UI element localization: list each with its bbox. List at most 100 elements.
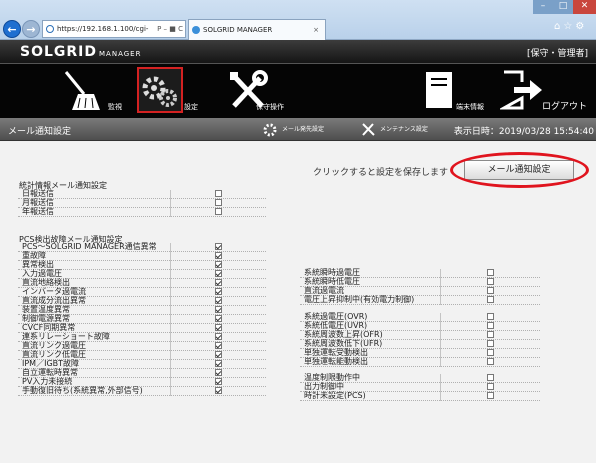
setting-label: 時計未設定(PCS): [300, 391, 441, 402]
setting-checkbox[interactable]: [214, 351, 222, 359]
menu-item-monitor[interactable]: 監視: [60, 68, 140, 114]
setting-checkbox[interactable]: [486, 340, 494, 348]
browser-toolbar-icons[interactable]: ⌂☆⚙: [554, 21, 587, 32]
setting-checkbox[interactable]: [214, 306, 222, 314]
setting-label: 手動復旧待ち(系統異常,外部信号): [18, 386, 171, 397]
setting-checkbox-cell: [170, 251, 266, 262]
setting-checkbox[interactable]: [486, 331, 494, 339]
wrench-small-icon: [362, 123, 375, 136]
setting-checkbox[interactable]: [486, 392, 494, 400]
tab-title: SOLGRID MANAGER: [203, 26, 273, 34]
setting-checkbox[interactable]: [214, 360, 222, 368]
display-datetime: 表示日時：2019/03/28 15:54:40: [453, 127, 594, 137]
setting-checkbox-cell: [170, 377, 266, 388]
highlight-circle: [450, 152, 589, 188]
setting-checkbox[interactable]: [214, 270, 222, 278]
setting-checkbox[interactable]: [214, 288, 222, 296]
setting-checkbox[interactable]: [486, 269, 494, 277]
maintenance-settings-link[interactable]: メンテナンス設定: [360, 121, 428, 138]
forward-arrow-icon[interactable]: →: [22, 20, 40, 38]
setting-checkbox-cell: [440, 339, 540, 350]
user-role: [保守・管理者]: [526, 49, 588, 59]
setting-row: 日報送信: [18, 190, 266, 200]
address-controls[interactable]: Ρ – ■ C: [157, 21, 183, 37]
maximize-icon[interactable]: □: [553, 0, 573, 14]
browser-tab[interactable]: SOLGRID MANAGER ×: [188, 19, 326, 40]
setting-checkbox-cell: [170, 296, 266, 307]
setting-row: 単独運転能動検出: [300, 357, 540, 368]
setting-checkbox[interactable]: [214, 199, 222, 207]
setting-checkbox[interactable]: [214, 315, 222, 323]
browser-titlebar: ← → https://192.168.1.100/cgi- Ρ – ■ C S…: [0, 0, 596, 40]
app-logo: SOLGRID MANAGER: [20, 44, 141, 60]
menu-item-maintenance[interactable]: 保守操作: [226, 68, 316, 114]
tab-favicon-icon: [192, 26, 200, 34]
setting-checkbox[interactable]: [486, 383, 494, 391]
logo-text: SOLGRID: [20, 44, 98, 60]
setting-checkbox[interactable]: [486, 374, 494, 382]
setting-checkbox-cell: [170, 198, 266, 209]
setting-checkbox[interactable]: [214, 333, 222, 341]
setting-row: 重故障: [18, 251, 266, 262]
setting-label: 単独運転能動検出: [300, 357, 441, 368]
setting-checkbox[interactable]: [486, 313, 494, 321]
setting-checkbox[interactable]: [214, 387, 222, 395]
menu-label-logout: ログアウト: [542, 102, 588, 112]
setting-row: 電圧上昇抑制中(有効電力制御): [300, 295, 540, 306]
setting-checkbox[interactable]: [486, 322, 494, 330]
setting-checkbox[interactable]: [214, 279, 222, 287]
broom-icon: [64, 71, 100, 110]
mail-destination-link[interactable]: メール発先設定: [262, 121, 324, 138]
browser-window: { "browser": { "address": "https://192.1…: [0, 0, 596, 463]
setting-checkbox-cell: [440, 286, 540, 297]
pcs-right-table-2: 系統過電圧(OVR) 系統低電圧(UVR) 系統周波数上昇(OFR) 系統周波数低下(…: [300, 313, 540, 368]
menu-item-logout[interactable]: ログアウト: [500, 68, 590, 114]
setting-label: 電圧上昇抑制中(有効電力制御): [300, 295, 441, 306]
setting-checkbox[interactable]: [486, 278, 494, 286]
address-bar[interactable]: https://192.168.1.100/cgi- Ρ – ■ C: [42, 20, 186, 38]
setting-checkbox-cell: [170, 323, 266, 334]
address-text: https://192.168.1.100/cgi-: [57, 25, 149, 33]
setting-checkbox[interactable]: [214, 243, 222, 251]
setting-checkbox[interactable]: [214, 261, 222, 269]
setting-checkbox-cell: [440, 374, 540, 384]
setting-row: 年報送信: [18, 207, 266, 218]
sub-header: メール通知設定 メール発先設定 メンテナンス設定 表示日時：2019/03/28…: [0, 118, 596, 141]
setting-checkbox-cell: [170, 287, 266, 298]
setting-checkbox-cell: [170, 207, 266, 218]
setting-checkbox-cell: [440, 357, 540, 368]
setting-checkbox-cell: [440, 277, 540, 288]
setting-checkbox-cell: [170, 190, 266, 200]
menu-item-terminal-info[interactable]: 端末情報: [424, 68, 496, 114]
setting-checkbox[interactable]: [486, 296, 494, 304]
setting-row: 手動復旧待ち(系統異常,外部信号): [18, 386, 266, 397]
setting-checkbox[interactable]: [214, 369, 222, 377]
setting-checkbox[interactable]: [486, 349, 494, 357]
setting-checkbox[interactable]: [214, 252, 222, 260]
menu-label-maintenance: 保守操作: [256, 103, 284, 111]
main-content: クリックすると設定を保存します メール通知設定 統計情報メール通知設定 日報送信…: [0, 142, 596, 463]
setting-checkbox[interactable]: [214, 297, 222, 305]
tab-close-icon[interactable]: ×: [313, 20, 319, 40]
setting-checkbox-cell: [440, 382, 540, 393]
logout-icon: [500, 70, 542, 110]
setting-checkbox-cell: [170, 243, 266, 253]
setting-checkbox[interactable]: [214, 190, 222, 198]
setting-checkbox[interactable]: [214, 208, 222, 216]
setting-checkbox-cell: [170, 314, 266, 325]
back-arrow-icon[interactable]: ←: [3, 20, 21, 38]
pcs-left-table: PCS〜SOLGRID MANAGER通信異常 重故障 異常検出 入力過電圧 直流地絡検…: [18, 243, 266, 397]
minimize-icon[interactable]: –: [533, 0, 553, 14]
setting-checkbox[interactable]: [214, 342, 222, 350]
setting-checkbox[interactable]: [214, 324, 222, 332]
setting-checkbox[interactable]: [486, 287, 494, 295]
setting-row: PCS〜SOLGRID MANAGER通信異常: [18, 243, 266, 253]
setting-checkbox-cell: [440, 391, 540, 402]
page-title: メール通知設定: [8, 127, 72, 137]
setting-checkbox[interactable]: [486, 358, 494, 366]
save-hint: クリックすると設定を保存します: [313, 168, 449, 178]
setting-checkbox[interactable]: [214, 378, 222, 386]
menu-item-settings[interactable]: 設定: [137, 67, 208, 114]
main-menu: 監視 設定 保守操作 端末情報 ログアウト: [0, 64, 596, 118]
window-close-icon[interactable]: ✕: [573, 0, 596, 14]
